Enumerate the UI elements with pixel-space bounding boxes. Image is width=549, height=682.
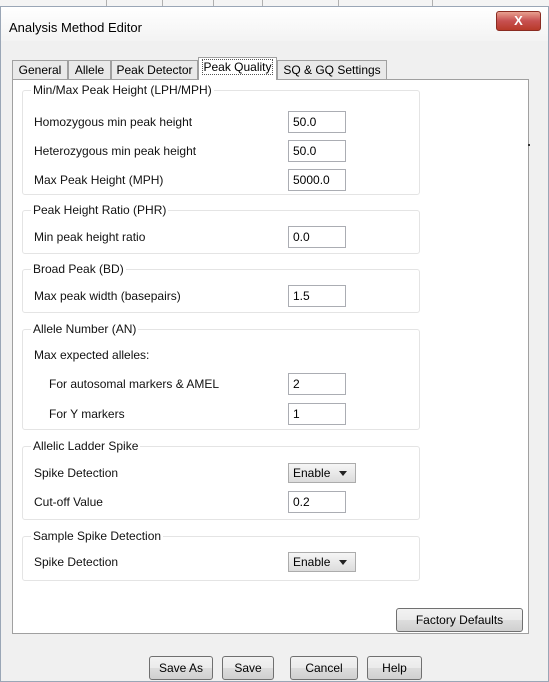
sample-spike-detection-value: Enable bbox=[293, 555, 331, 569]
title-bar[interactable]: Analysis Method Editor X bbox=[1, 7, 548, 41]
lph-mph-group-title: Min/Max Peak Height (LPH/MPH) bbox=[31, 83, 214, 97]
chevron-down-icon bbox=[339, 471, 347, 476]
heterozygous-min-input[interactable]: 50.0 bbox=[288, 140, 346, 162]
chevron-down-icon bbox=[339, 560, 347, 565]
tab-label: General bbox=[18, 63, 62, 77]
window-title: Analysis Method Editor bbox=[9, 20, 142, 35]
tab-label: Allele bbox=[74, 63, 105, 77]
cutoff-value-input[interactable]: 0.2 bbox=[288, 491, 346, 513]
max-peak-width-label: Max peak width (basepairs) bbox=[34, 289, 181, 303]
help-button[interactable]: Help bbox=[367, 656, 422, 680]
tab-label: SQ & GQ Settings bbox=[283, 63, 381, 77]
homozygous-min-label: Homozygous min peak height bbox=[34, 115, 193, 129]
min-peak-height-ratio-input[interactable]: 0.0 bbox=[288, 226, 346, 248]
save-button[interactable]: Save bbox=[222, 656, 274, 680]
min-peak-height-ratio-label: Min peak height ratio bbox=[34, 230, 146, 244]
tab-sq-gq-settings[interactable]: SQ & GQ Settings bbox=[277, 60, 387, 79]
tab-allele[interactable]: Allele bbox=[68, 60, 111, 79]
tab-peak-quality[interactable]: Peak Quality bbox=[198, 57, 277, 80]
factory-defaults-button[interactable]: Factory Defaults bbox=[396, 608, 523, 632]
close-icon: X bbox=[514, 13, 523, 28]
homozygous-min-input[interactable]: 50.0 bbox=[288, 111, 346, 133]
dialog-window: Analysis Method Editor X General Allele … bbox=[0, 6, 549, 682]
autosomal-markers-label: For autosomal markers & AMEL bbox=[49, 377, 220, 391]
save-as-button[interactable]: Save As bbox=[149, 656, 213, 680]
stray-dot bbox=[528, 144, 530, 146]
spike-detection-label: Spike Detection bbox=[34, 466, 119, 480]
tab-label: Peak Detector bbox=[116, 63, 193, 77]
close-button[interactable]: X bbox=[496, 11, 541, 31]
allelic-ladder-spike-group-title: Allelic Ladder Spike bbox=[31, 439, 141, 453]
broad-peak-group-title: Broad Peak (BD) bbox=[31, 262, 126, 276]
sample-spike-detection-label: Spike Detection bbox=[34, 555, 119, 569]
y-markers-label: For Y markers bbox=[49, 407, 125, 421]
autosomal-markers-input[interactable]: 2 bbox=[288, 373, 346, 395]
cutoff-value-label: Cut-off Value bbox=[34, 495, 103, 509]
sample-spike-detection-select[interactable]: Enable bbox=[288, 552, 356, 572]
tab-peak-detector[interactable]: Peak Detector bbox=[111, 60, 198, 79]
max-expected-alleles-label: Max expected alleles: bbox=[34, 348, 150, 362]
max-peak-height-input[interactable]: 5000.0 bbox=[288, 169, 346, 191]
tab-general[interactable]: General bbox=[12, 60, 68, 79]
max-peak-height-label: Max Peak Height (MPH) bbox=[34, 173, 164, 187]
peak-quality-panel: Min/Max Peak Height (LPH/MPH) Homozygous… bbox=[12, 79, 529, 634]
cancel-button[interactable]: Cancel bbox=[290, 656, 358, 680]
heterozygous-min-label: Heterozygous min peak height bbox=[34, 144, 197, 158]
y-markers-input[interactable]: 1 bbox=[288, 403, 346, 425]
sample-spike-group-title: Sample Spike Detection bbox=[31, 529, 164, 543]
spike-detection-select[interactable]: Enable bbox=[288, 463, 356, 483]
tab-label: Peak Quality bbox=[202, 59, 273, 75]
max-peak-width-input[interactable]: 1.5 bbox=[288, 285, 346, 307]
phr-group-title: Peak Height Ratio (PHR) bbox=[31, 203, 169, 217]
allele-number-group-title: Allele Number (AN) bbox=[31, 322, 139, 336]
spike-detection-value: Enable bbox=[293, 466, 331, 480]
